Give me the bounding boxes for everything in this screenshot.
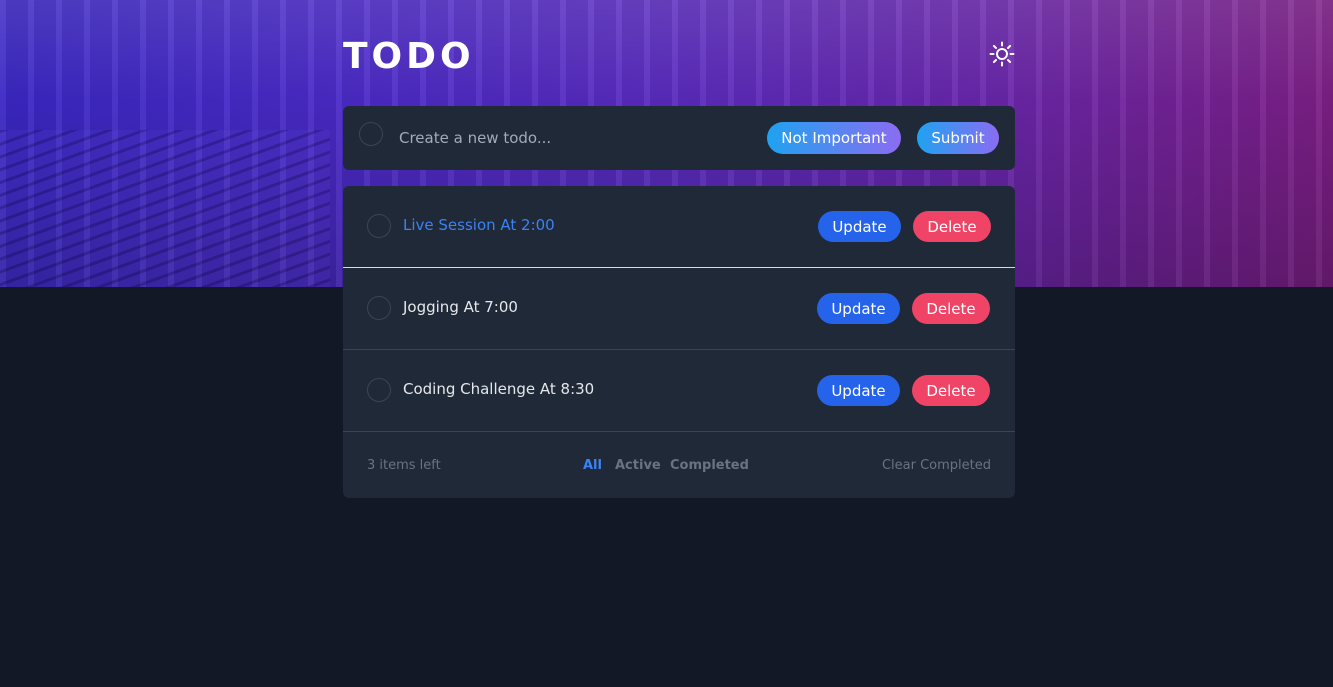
- filter-all[interactable]: All: [583, 458, 602, 473]
- todo-item: Jogging At 7:00 Update Delete: [343, 268, 1015, 350]
- todo-label[interactable]: Coding Challenge At 8:30: [403, 380, 594, 398]
- todo-list: Live Session At 2:00 Update Delete Joggi…: [343, 186, 1015, 498]
- update-button[interactable]: Update: [817, 375, 900, 406]
- delete-button[interactable]: Delete: [912, 293, 990, 324]
- clear-completed-button[interactable]: Clear Completed: [882, 458, 991, 473]
- new-todo-check-circle[interactable]: [359, 122, 383, 146]
- submit-button[interactable]: Submit: [917, 122, 999, 154]
- todo-label[interactable]: Jogging At 7:00: [403, 298, 518, 316]
- filter-completed[interactable]: Completed: [670, 458, 749, 473]
- theme-toggle-button[interactable]: [988, 40, 1016, 68]
- delete-button[interactable]: Delete: [912, 375, 990, 406]
- delete-button[interactable]: Delete: [913, 211, 991, 242]
- todo-check-circle[interactable]: [367, 378, 391, 402]
- todo-footer: 3 items left All Active Completed Clear …: [343, 432, 1015, 498]
- todo-label[interactable]: Live Session At 2:00: [403, 216, 555, 234]
- new-todo-input[interactable]: [399, 126, 739, 150]
- todo-check-circle[interactable]: [367, 296, 391, 320]
- todo-item: Live Session At 2:00 Update Delete: [343, 186, 1015, 268]
- importance-toggle-button[interactable]: Not Important: [767, 122, 901, 154]
- update-button[interactable]: Update: [817, 293, 900, 324]
- update-button[interactable]: Update: [818, 211, 901, 242]
- app-title: TODO: [343, 36, 475, 77]
- todo-item: Coding Challenge At 8:30 Update Delete: [343, 350, 1015, 432]
- new-todo-form: Not Important Submit: [343, 106, 1015, 170]
- filter-active[interactable]: Active: [615, 458, 661, 473]
- todo-check-circle[interactable]: [367, 214, 391, 238]
- items-left-count: 3 items left: [367, 458, 441, 473]
- sun-icon: [989, 41, 1015, 67]
